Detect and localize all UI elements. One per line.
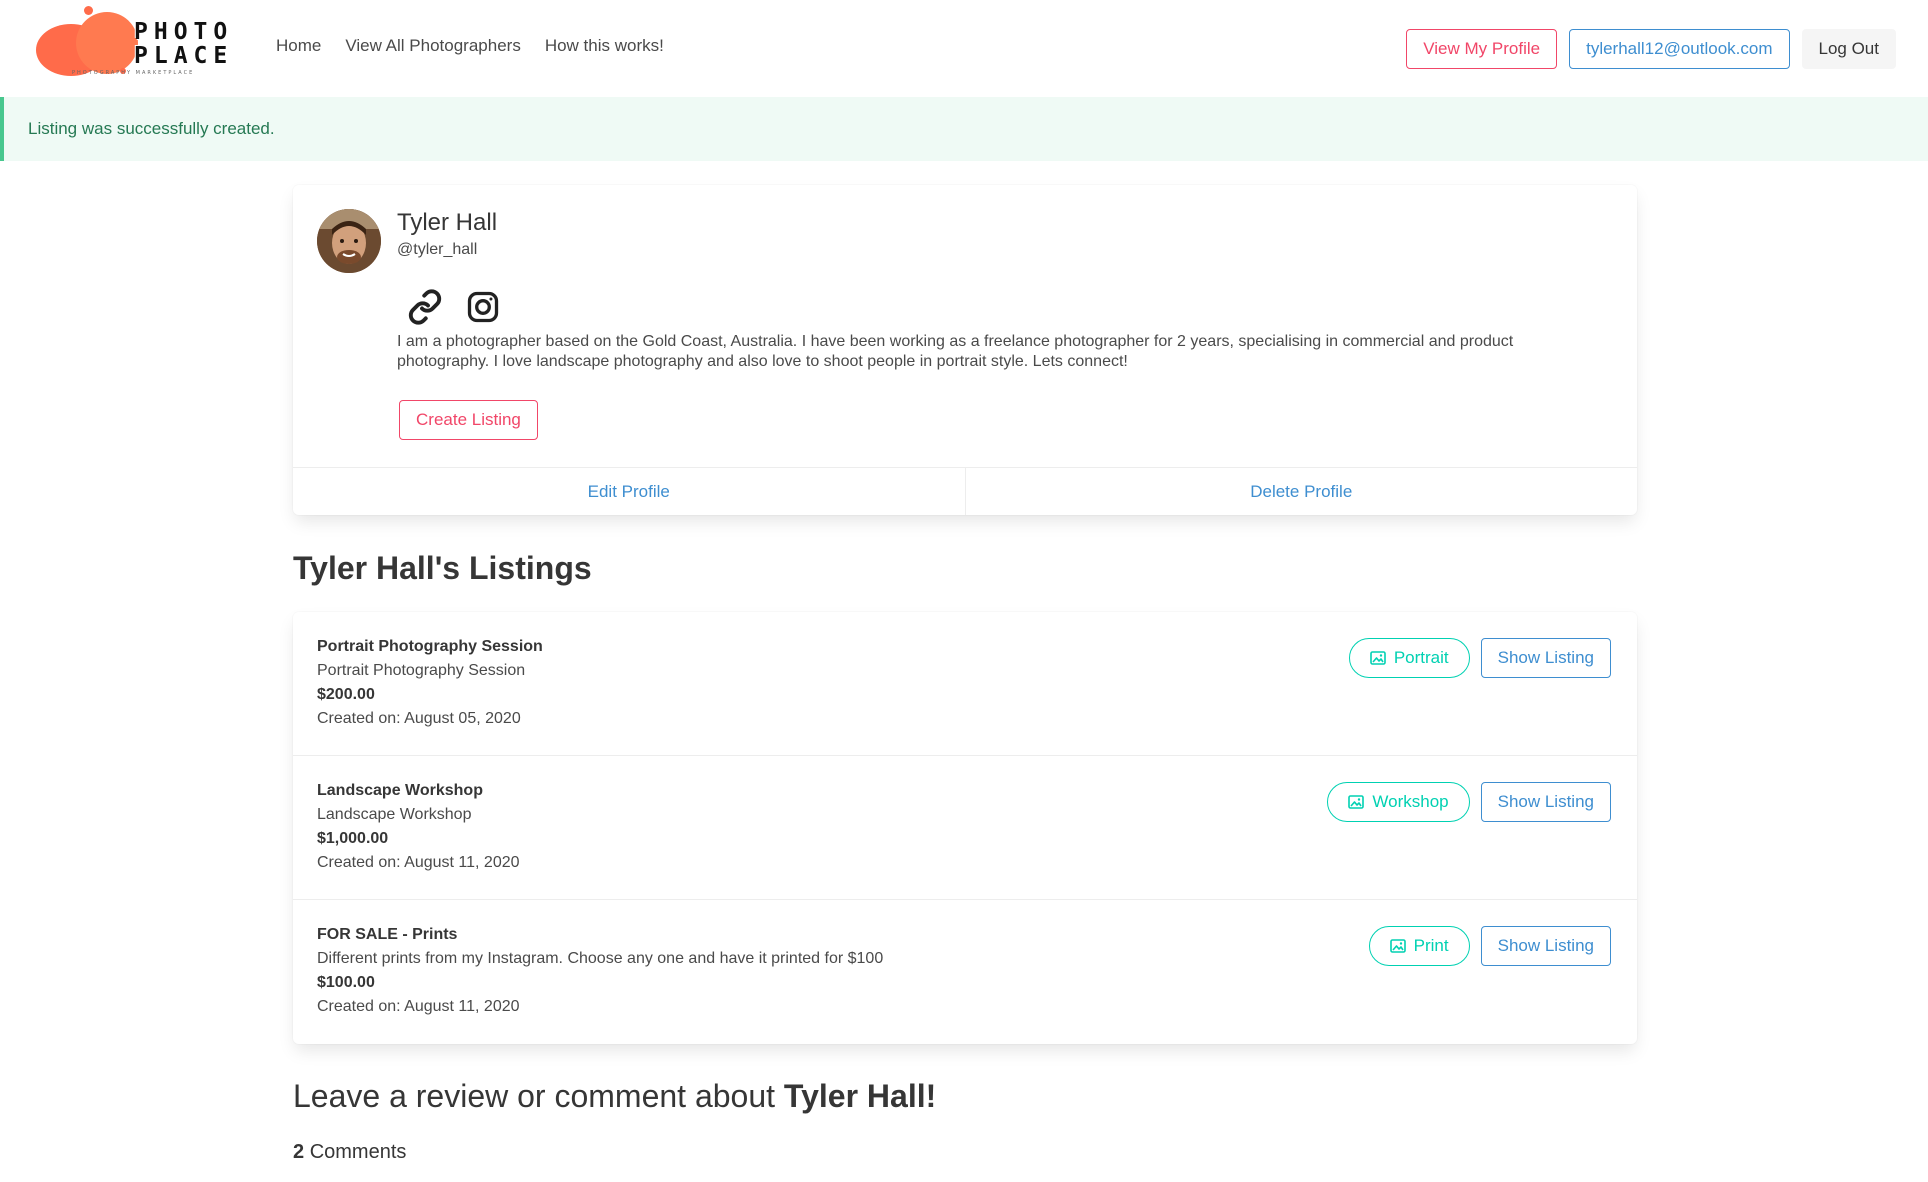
review-heading-prefix: Leave a review or comment about — [293, 1078, 776, 1114]
profile-bio: I am a photographer based on the Gold Co… — [397, 333, 1514, 370]
comments-label: Comments — [309, 1141, 407, 1163]
social-links — [407, 289, 501, 330]
create-listing-button[interactable]: Create Listing — [399, 400, 538, 440]
listing-actions: Portrait Show Listing — [1348, 638, 1611, 678]
listing-description: Portrait Photography Session — [317, 662, 526, 679]
listing-title: Portrait Photography Session — [317, 638, 543, 655]
nav-view-all-photographers-link[interactable]: View All Photographers — [345, 36, 520, 56]
notification-text: Listing was successfully created. — [28, 119, 275, 138]
top-navbar: PHOTO PLACE PHOTOGRAPHY MARKETPLACE Home… — [0, 0, 1928, 96]
image-icon — [1370, 651, 1386, 665]
user-email-button[interactable]: tylerhall12@outlook.com — [1569, 29, 1790, 69]
category-tag-button[interactable]: Portrait — [1348, 638, 1470, 678]
listing-price: $1,000.00 — [317, 830, 389, 847]
listing-price: $200.00 — [317, 686, 375, 703]
delete-profile-link[interactable]: Delete Profile — [964, 468, 1638, 515]
show-listing-button[interactable]: Show Listing — [1480, 926, 1611, 966]
listing-date: Created on: August 11, 2020 — [317, 854, 520, 871]
listing-actions: Workshop Show Listing — [1327, 782, 1611, 822]
listings-heading: Tyler Hall's Listings — [293, 550, 592, 586]
category-tag-button[interactable]: Print — [1368, 926, 1470, 966]
listing-date: Created on: August 05, 2020 — [317, 710, 521, 727]
success-notification: Listing was successfully created. — [0, 97, 1928, 161]
logo-subtitle: PHOTOGRAPHY MARKETPLACE — [72, 70, 195, 76]
nav-how-this-works-link[interactable]: How this works! — [545, 36, 664, 56]
listing-title: FOR SALE - Prints — [317, 926, 458, 943]
listing-description: Different prints from my Instagram. Choo… — [317, 950, 884, 967]
comment-count-number: 2 — [293, 1141, 305, 1163]
category-tag-button[interactable]: Workshop — [1327, 782, 1470, 822]
profile-handle: @tyler_hall — [397, 241, 478, 258]
listing-date: Created on: August 11, 2020 — [317, 998, 520, 1015]
view-my-profile-button[interactable]: View My Profile — [1406, 29, 1558, 69]
review-heading-name: Tyler Hall! — [783, 1078, 937, 1114]
listing-price: $100.00 — [317, 974, 375, 991]
image-icon — [1389, 939, 1406, 953]
profile-card: Tyler Hall @tyler_hall I am a photograph… — [293, 185, 1637, 515]
category-label: Portrait — [1393, 648, 1449, 667]
instagram-icon[interactable] — [465, 289, 501, 330]
listing-actions: Print Show Listing — [1368, 926, 1611, 966]
nav-home-link[interactable]: Home — [276, 36, 321, 56]
profile-name: Tyler Hall — [397, 209, 498, 236]
image-icon — [1348, 795, 1365, 809]
nav-links: Home View All Photographers How this wor… — [276, 36, 664, 56]
link-icon[interactable] — [407, 289, 443, 330]
listing-description: Landscape Workshop — [317, 806, 472, 823]
list-item: FOR SALE - Prints Different prints from … — [293, 900, 1637, 1044]
avatar — [317, 209, 381, 273]
review-heading: Leave a review or comment about Tyler Ha… — [293, 1078, 936, 1115]
edit-profile-link[interactable]: Edit Profile — [293, 468, 965, 515]
show-listing-button[interactable]: Show Listing — [1480, 638, 1611, 678]
comments-count: 2 Comments — [293, 1141, 406, 1164]
nav-actions: View My Profile tylerhall12@outlook.com … — [1406, 29, 1896, 69]
category-label: Print — [1413, 936, 1449, 955]
listings-card: Portrait Photography Session Portrait Ph… — [293, 612, 1637, 1044]
listing-title: Landscape Workshop — [317, 782, 483, 799]
list-item: Landscape Workshop Landscape Workshop $1… — [293, 756, 1637, 900]
logo-text: PHOTO PLACE — [134, 19, 234, 69]
show-listing-button[interactable]: Show Listing — [1480, 782, 1611, 822]
list-item: Portrait Photography Session Portrait Ph… — [293, 612, 1637, 756]
category-label: Workshop — [1372, 792, 1449, 811]
log-out-button[interactable]: Log Out — [1801, 29, 1896, 69]
photo-place-logo[interactable]: PHOTO PLACE PHOTOGRAPHY MARKETPLACE — [36, 6, 244, 78]
profile-card-footer: Edit Profile Delete Profile — [293, 467, 1637, 515]
